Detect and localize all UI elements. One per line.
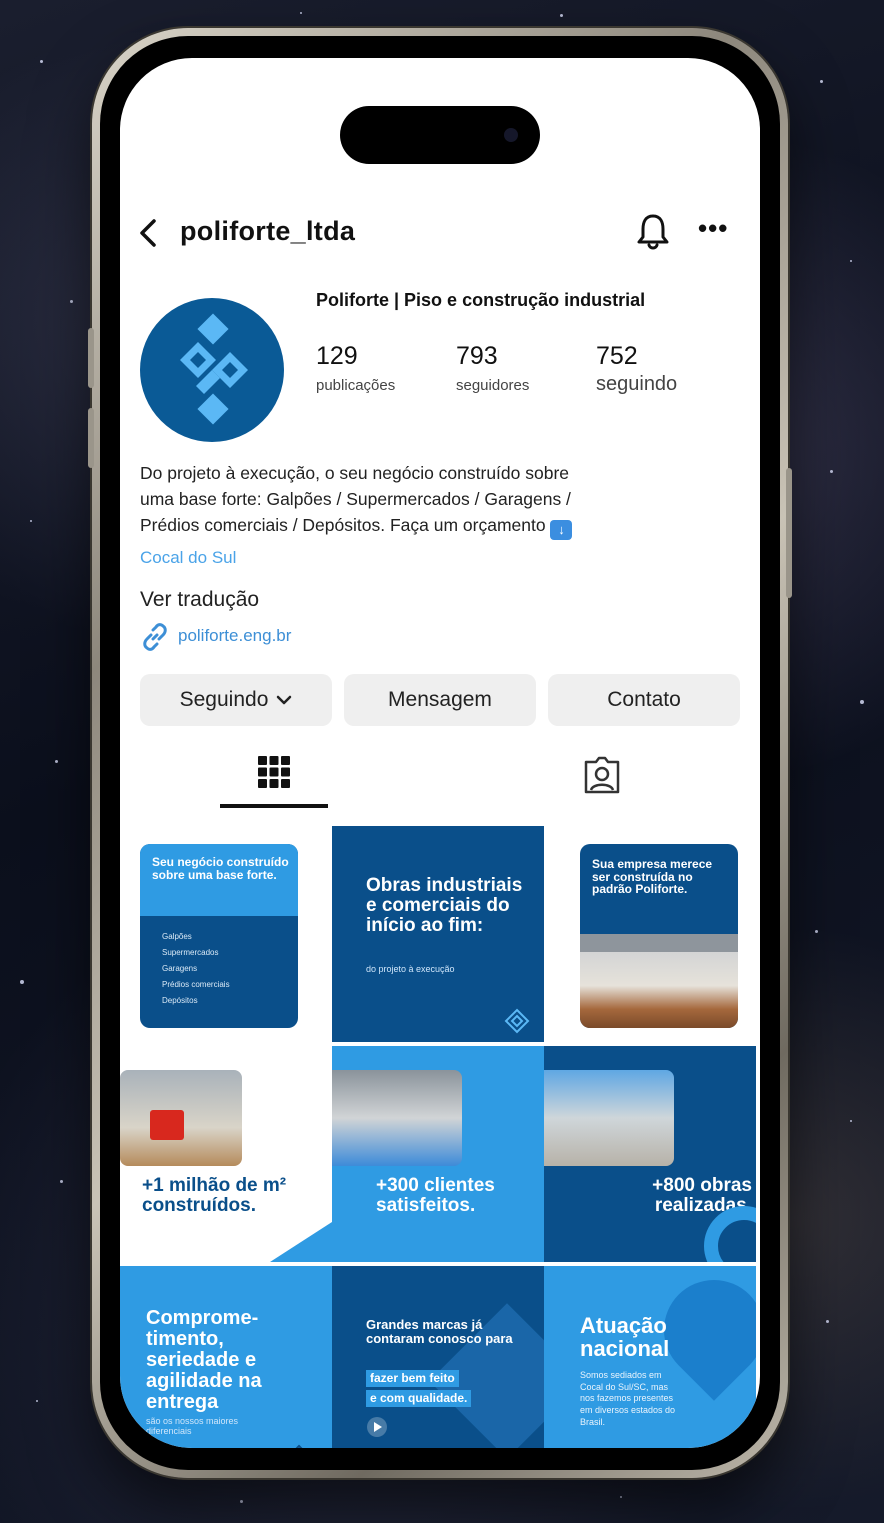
post-subtitle: do projeto à execução xyxy=(366,964,455,974)
back-arrow-icon[interactable] xyxy=(132,216,166,250)
stat-followers-label: seguidores xyxy=(456,377,530,394)
post-bullet: Galpões xyxy=(162,932,192,941)
post-title: Grandes marcas já contaram conosco para xyxy=(366,1317,513,1346)
chevron-down-icon xyxy=(277,695,292,705)
volume-up-button xyxy=(88,328,94,388)
bio-line: Prédios comerciais / Depósitos. Faça um … xyxy=(140,515,546,535)
post-thumbnail[interactable]: Sua empresa merece ser construída no pad… xyxy=(544,826,756,1042)
bell-icon[interactable] xyxy=(634,212,672,252)
construction-photo xyxy=(120,1070,242,1166)
down-arrow-emoji-icon: ↓ xyxy=(550,520,573,540)
more-options-icon[interactable]: ••• xyxy=(698,215,730,246)
stat-followers[interactable]: 793 seguidores xyxy=(456,342,529,394)
warehouse-photo xyxy=(332,1070,462,1166)
bio-line: uma base forte: Galpões / Supermercados … xyxy=(140,489,571,509)
bio-line: Do projeto à execução, o seu negócio con… xyxy=(140,463,570,483)
warehouse-photo xyxy=(580,934,738,1028)
post-title: +300 clientes satisfeitos. xyxy=(376,1175,495,1216)
post-bullet: Supermercados xyxy=(162,948,219,957)
post-thumbnail[interactable]: +800 obras realizadas. xyxy=(544,1046,756,1262)
post-highlight: e com qualidade. xyxy=(366,1390,472,1407)
post-bullet: Garagens xyxy=(162,964,198,973)
profile-username: poliforte_ltda xyxy=(180,216,356,246)
post-title: Seu negócio construído sobre uma base fo… xyxy=(152,855,289,882)
profile-location-link[interactable]: Cocal do Sul xyxy=(140,548,236,568)
post-card: Seu negócio construído sobre uma base fo… xyxy=(140,844,298,1028)
decor-triangle xyxy=(270,1222,332,1262)
post-thumbnail[interactable]: Atuação nacional Somos sediados em Cocal… xyxy=(544,1266,756,1448)
message-button-label: Mensagem xyxy=(388,688,492,711)
post-thumbnail[interactable]: Grandes marcas já contaram conosco para … xyxy=(332,1266,544,1448)
instagram-profile-screen: poliforte_ltda ••• Poliforte | Piso e co… xyxy=(120,58,760,1448)
post-thumbnail[interactable]: Obras industriais e comerciais do início… xyxy=(332,826,544,1042)
post-thumbnail[interactable]: +300 clientes satisfeitos. xyxy=(332,1046,544,1262)
machine-shape xyxy=(150,1110,184,1140)
post-thumbnail[interactable]: Seu negócio construído sobre uma base fo… xyxy=(120,826,332,1042)
stat-followers-value: 793 xyxy=(456,342,498,370)
tagged-posts-icon[interactable] xyxy=(582,756,622,794)
following-button[interactable]: Seguindo xyxy=(140,674,332,726)
stat-following[interactable]: 752 seguindo xyxy=(596,342,677,396)
stat-following-label: seguindo xyxy=(596,373,678,395)
link-icon xyxy=(143,623,167,651)
stat-posts-value: 129 xyxy=(316,342,358,370)
post-bullet: Prédios comerciais xyxy=(162,980,230,989)
post-subtitle: Somos sediados em Cocal do Sul/SC, mas n… xyxy=(580,1370,676,1427)
profile-header: poliforte_ltda ••• xyxy=(120,208,760,258)
power-button xyxy=(786,468,792,598)
post-title: +1 milhão de m² construídos. xyxy=(142,1175,287,1216)
profile-tabs xyxy=(120,748,760,818)
post-thumbnail[interactable]: +1 milhão de m² construídos. xyxy=(120,1046,332,1262)
camera-icon xyxy=(504,128,518,142)
post-title: Sua empresa merece ser construída no pad… xyxy=(592,857,713,897)
profile-avatar[interactable] xyxy=(140,298,284,442)
volume-down-button xyxy=(88,408,94,468)
poliforte-logo-icon xyxy=(180,313,248,425)
profile-bio: Do projeto à execução, o seu negócio con… xyxy=(140,460,700,540)
contact-button[interactable]: Contato xyxy=(548,674,740,726)
phone-frame: poliforte_ltda ••• Poliforte | Piso e co… xyxy=(88,28,792,1478)
dynamic-island xyxy=(340,106,540,164)
poliforte-logo-icon xyxy=(295,1444,303,1448)
website-url: poliforte.eng.br xyxy=(178,626,292,645)
poliforte-logo-icon xyxy=(504,1008,530,1034)
contact-button-label: Contato xyxy=(607,688,681,711)
post-highlight: fazer bem feito xyxy=(366,1370,459,1387)
grid-posts-icon[interactable] xyxy=(256,754,292,790)
stat-posts[interactable]: 129 publicações xyxy=(316,342,395,394)
play-icon xyxy=(367,1417,387,1437)
warehouse-photo xyxy=(544,1070,674,1166)
post-bullet: Depósitos xyxy=(162,996,198,1005)
post-title: Atuação nacional xyxy=(580,1313,670,1362)
post-subtitle: são os nossos maiores diferenciais xyxy=(146,1416,239,1436)
post-title: Comprome-timento, seriedade e agilidade … xyxy=(146,1307,262,1413)
following-button-label: Seguindo xyxy=(179,688,269,711)
profile-display-name: Poliforte | Piso e construção industrial xyxy=(316,290,646,310)
see-translation-link[interactable]: Ver tradução xyxy=(140,588,259,612)
message-button[interactable]: Mensagem xyxy=(344,674,536,726)
stat-following-value: 752 xyxy=(596,342,638,370)
post-thumbnail[interactable]: Comprome-timento, seriedade e agilidade … xyxy=(120,1266,332,1448)
post-title: Obras industriais e comerciais do início… xyxy=(366,875,523,936)
stat-posts-label: publicações xyxy=(316,377,396,394)
post-card: Sua empresa merece ser construída no pad… xyxy=(580,844,738,1028)
active-tab-indicator xyxy=(220,804,328,808)
phone-bezel: poliforte_ltda ••• Poliforte | Piso e co… xyxy=(100,36,780,1470)
photo-roof xyxy=(580,934,738,952)
